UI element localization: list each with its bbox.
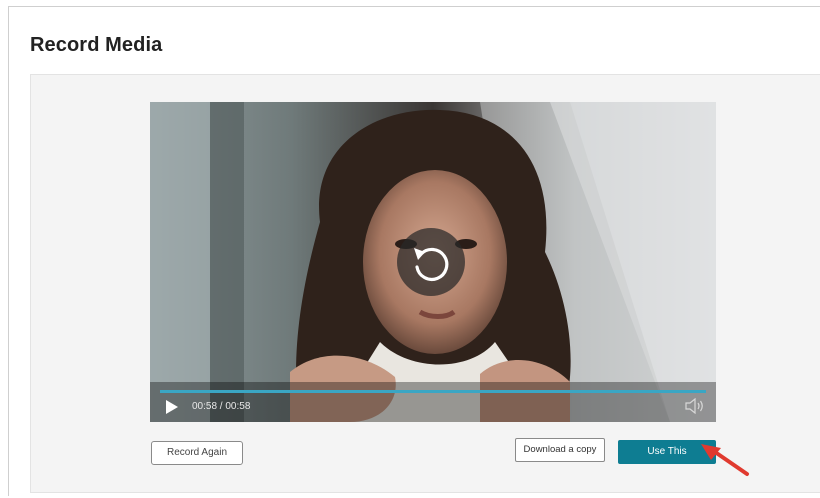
media-panel: 00:58 / 00:58 Record Again Download a co… xyxy=(30,74,820,493)
time-display: 00:58 / 00:58 xyxy=(192,401,251,412)
download-copy-button[interactable]: Download a copy xyxy=(515,438,605,462)
red-arrow-annotation xyxy=(701,444,749,476)
record-again-button[interactable]: Record Again xyxy=(151,441,243,465)
progress-fill xyxy=(160,390,706,393)
video-player[interactable]: 00:58 / 00:58 xyxy=(150,102,716,422)
progress-bar[interactable] xyxy=(160,390,706,393)
page-title: Record Media xyxy=(30,34,163,56)
replay-icon xyxy=(414,247,449,281)
record-media-card: Record Media 00:58 / 00:58 Record Again … xyxy=(8,6,820,496)
volume-icon[interactable] xyxy=(685,398,705,414)
play-icon[interactable] xyxy=(165,399,179,415)
replay-button[interactable] xyxy=(397,228,465,296)
